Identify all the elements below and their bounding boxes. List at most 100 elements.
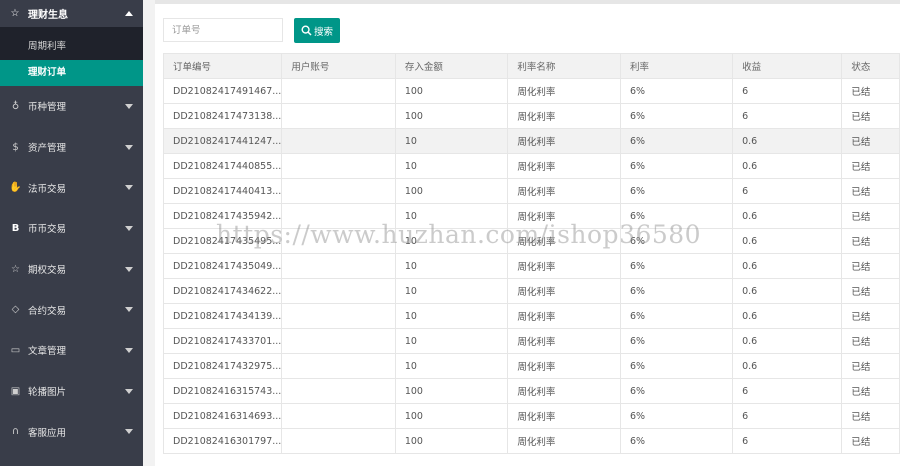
table-row[interactable]: DD21082417435495... 10 周化利率 6% 0.6 已结 bbox=[162, 228, 900, 254]
order-number-search-input[interactable] bbox=[163, 18, 283, 42]
search-button[interactable]: 搜索 bbox=[294, 18, 340, 43]
table-cell bbox=[281, 228, 396, 254]
table-cell: 6% bbox=[620, 328, 734, 354]
sidebar-item-0[interactable]: ♁ 币种管理 bbox=[0, 86, 143, 127]
table-cell: 10 bbox=[394, 128, 509, 154]
table-cell: 已结 bbox=[841, 228, 900, 254]
sidebar-item-2[interactable]: ✋ 法币交易 bbox=[0, 167, 143, 208]
table-row[interactable]: DD21082417432975... 10 周化利率 6% 0.6 已结 bbox=[162, 353, 900, 379]
table-row[interactable]: DD21082417441247... 10 周化利率 6% 0.6 已结 bbox=[162, 128, 900, 154]
table-cell: 100 bbox=[394, 403, 509, 429]
table-cell: 6 bbox=[732, 178, 843, 204]
column-header[interactable]: 利率名称 bbox=[507, 53, 622, 79]
sidebar-item-1[interactable]: $ 资产管理 bbox=[0, 127, 143, 168]
table-row[interactable]: DD21082417433701... 10 周化利率 6% 0.6 已结 bbox=[162, 328, 900, 354]
search-button-label: 搜索 bbox=[313, 26, 333, 38]
column-header[interactable]: 收益 bbox=[732, 53, 843, 79]
table-cell: 0.6 bbox=[732, 153, 843, 179]
table-cell: 周化利率 bbox=[507, 153, 622, 179]
table-body: DD21082417491467... 100 周化利率 6% 6 已结 DD2108241… bbox=[162, 78, 900, 454]
table-cell bbox=[281, 353, 396, 379]
table-row[interactable]: DD21082417435049... 10 周化利率 6% 0.6 已结 bbox=[162, 253, 900, 279]
table-cell: 已结 bbox=[841, 78, 900, 104]
table-cell: 6% bbox=[620, 378, 734, 404]
star-outline-icon: ☆ bbox=[11, 263, 20, 275]
table-cell: 6% bbox=[620, 178, 734, 204]
table-cell: 周化利率 bbox=[507, 78, 622, 104]
table-cell: 10 bbox=[394, 253, 509, 279]
table-row[interactable]: DD21082416314693... 100 周化利率 6% 6 已结 bbox=[162, 403, 900, 429]
table-cell: 6 bbox=[732, 103, 843, 129]
column-header[interactable]: 状态 bbox=[841, 53, 900, 79]
table-cell: 已结 bbox=[841, 353, 900, 379]
sidebar-item-label: 币币交易 bbox=[28, 224, 67, 236]
table-row[interactable]: DD21082417434622... 10 周化利率 6% 0.6 已结 bbox=[162, 278, 900, 304]
table-cell: 6% bbox=[620, 203, 734, 229]
nav-group-finance[interactable]: ☆ 理财生息 bbox=[0, 0, 143, 27]
table-row[interactable]: DD21082417440855... 10 周化利率 6% 0.6 已结 bbox=[162, 153, 900, 179]
table-cell: 6% bbox=[620, 278, 734, 304]
column-header[interactable]: 用户账号 bbox=[281, 53, 396, 79]
table-cell: 0.6 bbox=[732, 303, 843, 329]
table-cell: 已结 bbox=[841, 153, 900, 179]
table-row[interactable]: DD21082416315743... 100 周化利率 6% 6 已结 bbox=[162, 378, 900, 404]
table-cell: 100 bbox=[394, 428, 509, 454]
sidebar-item-6[interactable]: ▭ 文章管理 bbox=[0, 330, 143, 371]
sidebar-item-7[interactable]: ▣ 轮播图片 bbox=[0, 371, 143, 412]
table-cell bbox=[281, 403, 396, 429]
table-row[interactable]: DD21082417435942... 10 周化利率 6% 0.6 已结 bbox=[162, 203, 900, 229]
column-header[interactable]: 订单编号 bbox=[162, 53, 283, 79]
table-cell: DD21082416315743... bbox=[162, 378, 283, 404]
dollar-circle-icon: $ bbox=[12, 141, 19, 153]
table-cell: 10 bbox=[394, 303, 509, 329]
sub-item-period-rate[interactable]: 周期利率 bbox=[0, 34, 143, 60]
table-cell: 6% bbox=[620, 253, 734, 279]
bitcoin-icon: B bbox=[11, 222, 20, 234]
sidebar-item-label: 轮播图片 bbox=[28, 387, 67, 399]
table-row[interactable]: DD21082416301797... 100 周化利率 6% 6 已结 bbox=[162, 428, 900, 454]
table-cell: 6 bbox=[732, 403, 843, 429]
table-cell: 0.6 bbox=[732, 128, 843, 154]
table-row[interactable]: DD21082417434139... 10 周化利率 6% 0.6 已结 bbox=[162, 303, 900, 329]
table-cell: 已结 bbox=[841, 378, 900, 404]
column-header[interactable]: 利率 bbox=[620, 53, 734, 79]
sidebar: ☆ 理财生息 周期利率 理财订单 ♁ 币种管理 $ 资产管理 ✋ 法币交易 B 币币交易 ☆ 期权… bbox=[0, 0, 143, 466]
table-cell: 已结 bbox=[841, 253, 900, 279]
table-cell: DD21082417435495... bbox=[162, 228, 283, 254]
table-cell bbox=[281, 128, 396, 154]
table-cell: DD21082417440855... bbox=[162, 153, 283, 179]
sidebar-item-label: 合约交易 bbox=[28, 305, 67, 317]
sidebar-item-8[interactable]: ∩ 客服应用 bbox=[0, 412, 143, 453]
table-cell: DD21082416314693... bbox=[162, 403, 283, 429]
table-cell: 100 bbox=[394, 178, 509, 204]
table-cell bbox=[281, 278, 396, 304]
main-area: 搜索 订单编号用户账号存入金额利率名称利率收益状态 DD210824174914… bbox=[143, 0, 900, 466]
table-cell bbox=[281, 78, 396, 104]
table-cell: 6% bbox=[620, 303, 734, 329]
table-cell bbox=[281, 203, 396, 229]
table-cell: DD21082417435942... bbox=[162, 203, 283, 229]
sidebar-item-5[interactable]: ◇ 合约交易 bbox=[0, 289, 143, 330]
table-cell: 周化利率 bbox=[507, 378, 622, 404]
table-cell: 0.6 bbox=[732, 353, 843, 379]
table-cell: DD21082417441247... bbox=[162, 128, 283, 154]
table-cell: 6% bbox=[620, 128, 734, 154]
table-row[interactable]: DD21082417440413... 100 周化利率 6% 6 已结 bbox=[162, 178, 900, 204]
table-cell: 周化利率 bbox=[507, 203, 622, 229]
table-row[interactable]: DD21082417473138... 100 周化利率 6% 6 已结 bbox=[162, 103, 900, 129]
table-header-row: 订单编号 用户账号 存入金额 利率名称 利率 收益 状态 bbox=[162, 53, 900, 79]
table-cell: DD21082417473138... bbox=[162, 103, 283, 129]
table-cell: 10 bbox=[394, 353, 509, 379]
table-cell: 0.6 bbox=[732, 278, 843, 304]
table-cell: 6% bbox=[620, 153, 734, 179]
table-cell: 已结 bbox=[841, 428, 900, 454]
column-header[interactable]: 存入金额 bbox=[394, 53, 509, 79]
table-cell: 6 bbox=[732, 78, 843, 104]
content-panel: 搜索 订单编号用户账号存入金额利率名称利率收益状态 DD210824174914… bbox=[155, 4, 900, 466]
table-cell: 已结 bbox=[841, 128, 900, 154]
sidebar-item-4[interactable]: ☆ 期权交易 bbox=[0, 249, 143, 290]
sidebar-item-3[interactable]: B 币币交易 bbox=[0, 208, 143, 249]
table-cell: 周化利率 bbox=[507, 328, 622, 354]
sub-item-finance-orders[interactable]: 理财订单 bbox=[0, 60, 143, 86]
table-row[interactable]: DD21082417491467... 100 周化利率 6% 6 已结 bbox=[162, 78, 900, 104]
